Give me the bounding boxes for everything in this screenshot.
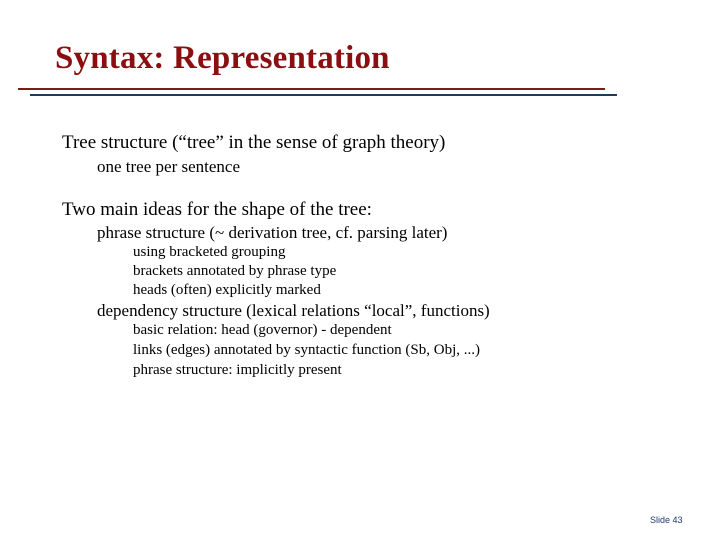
bullet-basic-relation: basic relation: head (governor) - depend… xyxy=(133,322,392,338)
title-rule-red xyxy=(18,88,605,90)
bullet-two-main-ideas: Two main ideas for the shape of the tree… xyxy=(62,199,372,220)
slide-number: Slide 43 xyxy=(650,515,683,525)
bullet-bracketed-grouping: using bracketed grouping xyxy=(133,244,286,260)
bullet-phrase-structure: phrase structure (~ derivation tree, cf.… xyxy=(97,223,448,242)
bullet-heads-marked: heads (often) explicitly marked xyxy=(133,282,321,298)
bullet-implicitly-present: phrase structure: implicitly present xyxy=(133,362,342,378)
slide-title: Syntax: Representation xyxy=(55,40,390,76)
bullet-links-annotated: links (edges) annotated by syntactic fun… xyxy=(133,342,481,358)
bullet-tree-structure: Tree structure (“tree” in the sense of g… xyxy=(62,132,446,153)
bullet-brackets-annotated: brackets annotated by phrase type xyxy=(133,263,337,279)
bullet-one-tree-per-sentence: one tree per sentence xyxy=(97,157,240,176)
title-rule-blue xyxy=(30,94,617,96)
bullet-dependency-structure: dependency structure (lexical relations … xyxy=(97,301,490,320)
